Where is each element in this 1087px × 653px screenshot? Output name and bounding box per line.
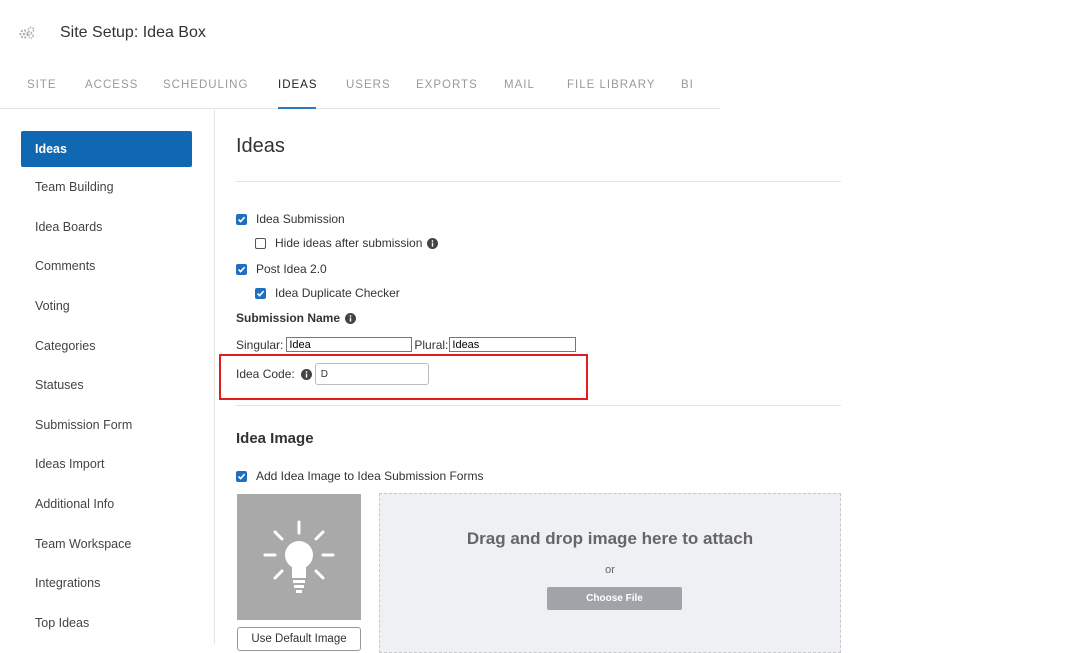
main-content: Ideas Idea Submission Hide ideas after s… (214, 109, 1087, 653)
info-icon[interactable] (345, 312, 357, 324)
post-idea-row: Post Idea 2.0 (236, 262, 327, 276)
duplicate-checker-label: Idea Duplicate Checker (275, 286, 400, 300)
sidebar-item-submission-form[interactable]: Submission Form (21, 407, 192, 443)
plural-label: Plural: (414, 337, 449, 352)
tab-file-library[interactable]: FILE LIBRARY (567, 79, 656, 91)
idea-image-title: Idea Image (236, 430, 314, 447)
tab-bi[interactable]: BI (681, 79, 694, 91)
info-icon[interactable] (427, 237, 439, 249)
hide-ideas-checkbox[interactable] (255, 237, 266, 249)
singular-label: Singular: (236, 337, 284, 352)
tab-mail[interactable]: MAIL (504, 79, 535, 91)
sidebar-item-statuses[interactable]: Statuses (21, 367, 192, 403)
submission-name-heading: Submission Name (236, 311, 357, 325)
use-default-image-button[interactable]: Use Default Image (237, 627, 361, 651)
hide-ideas-row: Hide ideas after submission (255, 236, 439, 250)
duplicate-checker-checkbox[interactable] (255, 287, 266, 299)
page-header: Site Setup: Idea Box (18, 24, 206, 42)
sidebar: Ideas Team Building Idea Boards Comments… (0, 109, 215, 644)
idea-submission-label: Idea Submission (256, 212, 345, 226)
lightbulb-icon (263, 520, 335, 593)
idea-image-thumbnail (237, 494, 361, 620)
dropzone-text: Drag and drop image here to attach (466, 529, 754, 548)
dropzone-or: or (605, 564, 615, 576)
page-title: Site Setup: Idea Box (60, 24, 206, 41)
sidebar-item-ideas[interactable]: Ideas (21, 131, 192, 167)
tab-users[interactable]: USERS (346, 79, 391, 91)
add-idea-image-checkbox[interactable] (236, 470, 247, 482)
sidebar-item-additional-info[interactable]: Additional Info (21, 486, 192, 522)
image-dropzone[interactable]: Drag and drop image here to attach or Ch… (379, 493, 841, 653)
sidebar-item-voting[interactable]: Voting (21, 288, 192, 324)
idea-submission-checkbox[interactable] (236, 213, 247, 225)
tab-access[interactable]: ACCESS (85, 79, 138, 91)
submission-name-row: Singular: Plural: (236, 337, 577, 352)
section-title: Ideas (236, 135, 285, 157)
submission-name-label: Submission Name (236, 311, 341, 325)
tab-scheduling[interactable]: SCHEDULING (163, 79, 248, 91)
sidebar-item-team-building[interactable]: Team Building (21, 169, 192, 205)
sidebar-item-top-ideas[interactable]: Top Ideas (21, 605, 192, 641)
highlight-box (219, 354, 588, 400)
sidebar-item-team-workspace[interactable]: Team Workspace (21, 526, 192, 562)
post-idea-label: Post Idea 2.0 (256, 262, 327, 276)
sidebar-item-integrations[interactable]: Integrations (21, 565, 192, 601)
add-idea-image-label: Add Idea Image to Idea Submission Forms (256, 469, 484, 483)
sidebar-item-comments[interactable]: Comments (21, 248, 192, 284)
tab-site[interactable]: SITE (27, 79, 57, 91)
choose-file-button[interactable]: Choose File (547, 587, 682, 610)
sidebar-item-idea-boards[interactable]: Idea Boards (21, 209, 192, 245)
gears-icon (19, 26, 35, 39)
settings-tabs: SITE ACCESS SCHEDULING IDEAS USERS EXPOR… (0, 74, 720, 109)
duplicate-checker-row: Idea Duplicate Checker (255, 286, 400, 300)
plural-input[interactable] (449, 337, 577, 352)
singular-input[interactable] (286, 337, 413, 352)
hide-ideas-label: Hide ideas after submission (275, 236, 423, 250)
divider (236, 405, 841, 406)
post-idea-checkbox[interactable] (236, 263, 247, 275)
tab-ideas[interactable]: IDEAS (278, 79, 318, 91)
idea-submission-row: Idea Submission (236, 212, 345, 226)
sidebar-item-ideas-import[interactable]: Ideas Import (21, 446, 192, 482)
divider (236, 181, 841, 182)
sidebar-item-categories[interactable]: Categories (21, 328, 192, 364)
add-idea-image-row: Add Idea Image to Idea Submission Forms (236, 469, 483, 483)
tab-exports[interactable]: EXPORTS (416, 79, 478, 91)
